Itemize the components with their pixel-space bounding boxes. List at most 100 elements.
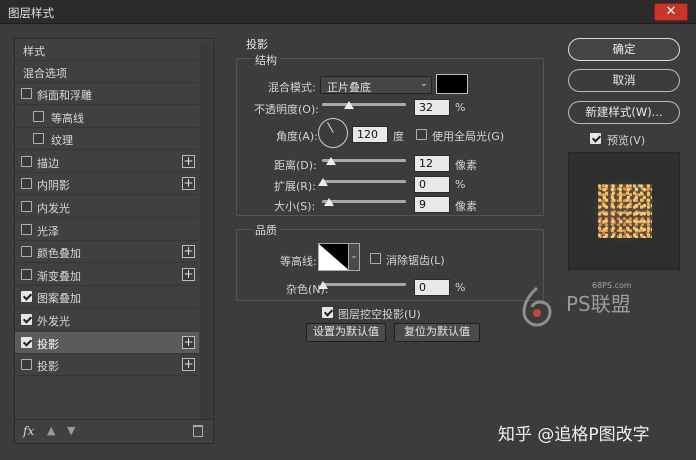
quality-title: 品质: [252, 222, 280, 238]
style-item-label: 光泽: [37, 224, 59, 238]
spread-slider-thumb[interactable]: [318, 178, 328, 186]
cancel-button[interactable]: 取消: [568, 69, 680, 92]
style-item[interactable]: 等高线: [15, 106, 199, 128]
style-item[interactable]: 图案叠加: [15, 286, 199, 309]
new-style-button[interactable]: 新建样式(W)...: [568, 101, 680, 124]
blend-options-item[interactable]: 混合选项: [15, 61, 199, 83]
style-item[interactable]: 内发光: [15, 196, 199, 218]
style-item-label: 内阴影: [37, 179, 70, 193]
style-item-label: 外发光: [37, 315, 70, 328]
noise-field[interactable]: 0: [414, 279, 450, 296]
spread-slider-track[interactable]: [322, 180, 406, 183]
noise-unit: %: [455, 281, 466, 294]
blend-options-label: 混合选项: [23, 67, 67, 80]
preview-checkbox[interactable]: [590, 133, 601, 144]
add-style-plus-icon[interactable]: +: [182, 177, 195, 191]
reset-default-button[interactable]: 复位为默认值: [394, 323, 480, 342]
blend-mode-value: 正片叠底: [327, 81, 371, 94]
style-item-checkbox[interactable]: [33, 110, 44, 122]
contour-dropdown-arrow[interactable]: ⌄: [348, 243, 360, 271]
style-item-checkbox[interactable]: [21, 155, 32, 167]
fx-icon[interactable]: fx: [23, 424, 34, 438]
angle-dial[interactable]: [318, 118, 348, 148]
add-style-plus-icon[interactable]: +: [182, 335, 195, 349]
style-item[interactable]: 斜面和浮雕: [15, 83, 199, 105]
distance-slider-thumb[interactable]: [326, 157, 336, 165]
trash-icon[interactable]: [193, 425, 203, 437]
style-item-checkbox[interactable]: [21, 336, 32, 348]
style-item[interactable]: 光泽: [15, 219, 199, 241]
make-default-button[interactable]: 设置为默认值: [306, 323, 386, 342]
style-item[interactable]: 外发光: [15, 309, 199, 331]
spread-unit: %: [455, 178, 466, 191]
styles-header-label: 样式: [23, 45, 45, 58]
style-item-checkbox[interactable]: [21, 246, 32, 258]
angle-label: 角度(A):: [276, 130, 318, 143]
style-item-checkbox[interactable]: [21, 314, 32, 325]
style-item[interactable]: 渐变叠加 +: [15, 264, 199, 286]
up-arrow-icon[interactable]: ▲: [47, 424, 55, 437]
size-slider-thumb[interactable]: [324, 198, 334, 206]
contour-preview[interactable]: [318, 243, 350, 271]
ps-union-logo-icon: [522, 286, 552, 327]
size-field[interactable]: 9: [414, 196, 450, 213]
size-slider-track[interactable]: [322, 200, 406, 203]
style-item-checkbox[interactable]: [33, 133, 44, 145]
style-item[interactable]: 描边 +: [15, 151, 199, 173]
structure-title: 结构: [252, 52, 280, 68]
noise-slider-thumb[interactable]: [318, 281, 328, 289]
style-item-label: 等高线: [51, 111, 84, 125]
shadow-color-swatch[interactable]: [436, 74, 468, 94]
opacity-unit: %: [455, 101, 466, 114]
opacity-field[interactable]: 32: [414, 99, 450, 116]
add-style-plus-icon[interactable]: +: [182, 358, 195, 372]
styles-list-footer: fx ▲ ▼: [15, 419, 213, 443]
panel-title: 投影: [246, 38, 268, 51]
style-item-checkbox[interactable]: [21, 359, 32, 371]
close-button[interactable]: ✕: [654, 3, 688, 21]
watermark-zhihu: 知乎 @追格P图改字: [498, 425, 650, 445]
style-item-checkbox[interactable]: [21, 88, 32, 99]
style-item[interactable]: 颜色叠加 +: [15, 241, 199, 264]
style-item-label: 描边: [37, 156, 59, 170]
styles-list-scrollbar[interactable]: [201, 41, 211, 419]
opacity-slider-thumb[interactable]: [344, 101, 354, 109]
style-item-checkbox[interactable]: [21, 223, 32, 235]
add-style-plus-icon[interactable]: +: [182, 154, 195, 168]
style-item-checkbox[interactable]: [21, 178, 32, 190]
add-style-plus-icon[interactable]: +: [182, 245, 195, 259]
ok-button[interactable]: 确定: [568, 38, 680, 61]
blend-mode-select[interactable]: 正片叠底 ⌄: [320, 76, 432, 94]
style-item-label: 投影: [37, 360, 59, 374]
distance-field[interactable]: 12: [414, 155, 450, 172]
style-item-checkbox[interactable]: [21, 268, 32, 280]
distance-unit: 像素: [455, 159, 477, 172]
style-item-checkbox[interactable]: [21, 291, 32, 303]
style-item-label: 图案叠加: [37, 292, 81, 306]
angle-field[interactable]: 120: [352, 126, 388, 143]
blend-mode-label: 混合模式:: [268, 81, 316, 94]
noise-slider-track[interactable]: [322, 283, 406, 286]
opacity-label: 不透明度(O):: [254, 103, 319, 116]
preview-thumbnail: [598, 184, 652, 238]
anti-alias-checkbox[interactable]: [370, 253, 381, 264]
style-item[interactable]: 纹理: [15, 128, 199, 151]
spread-field[interactable]: 0: [414, 176, 450, 193]
knockout-checkbox[interactable]: [322, 307, 333, 318]
add-style-plus-icon[interactable]: +: [182, 267, 195, 281]
style-item[interactable]: 投影 +: [15, 354, 199, 377]
preview-label: 预览(V): [607, 134, 646, 147]
styles-header[interactable]: 样式: [15, 39, 199, 61]
down-arrow-icon[interactable]: ▼: [67, 424, 75, 437]
size-label: 大小(S):: [274, 200, 316, 213]
title-bar: 图层样式 ✕: [0, 0, 696, 24]
chevron-down-icon: ⌄: [419, 78, 428, 89]
opacity-slider-track[interactable]: [322, 103, 406, 106]
style-item-checkbox[interactable]: [21, 201, 32, 212]
style-item-label: 颜色叠加: [37, 247, 81, 261]
size-unit: 像素: [455, 200, 477, 213]
style-item[interactable]: 投影 +: [15, 331, 199, 354]
style-item[interactable]: 内阴影 +: [15, 173, 199, 196]
global-light-checkbox[interactable]: [416, 129, 427, 140]
style-item-label: 内发光: [37, 202, 70, 215]
